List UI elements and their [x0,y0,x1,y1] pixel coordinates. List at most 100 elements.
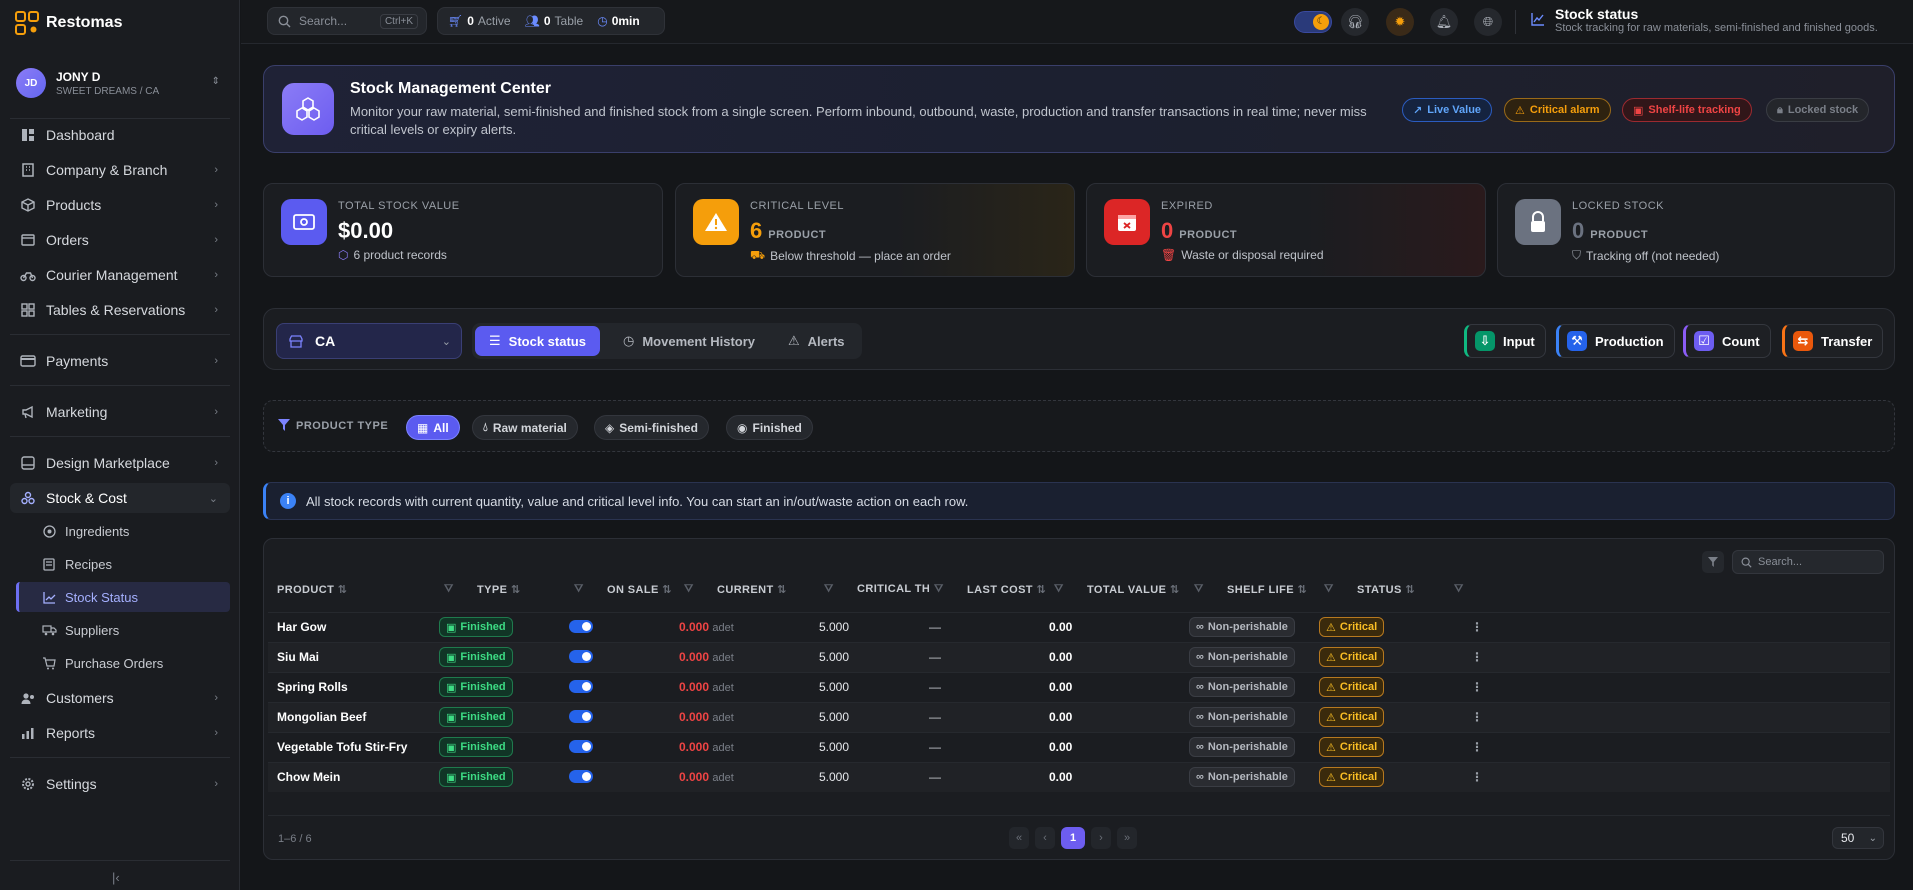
col-header-total-value[interactable]: TOTAL VALUE ⇅ [1087,583,1179,596]
chip-raw-material[interactable]: 💧︎ Raw material [472,415,578,440]
app-logo[interactable]: Restomas [14,10,122,36]
row-menu-icon[interactable]: ⋮ [1471,680,1483,694]
building-icon [20,162,36,178]
sidebar-item-settings[interactable]: Settings › [10,769,230,799]
col-header-status[interactable]: STATUS ⇅ [1357,583,1415,596]
col-header-on-sale[interactable]: ON SALE ⇅ [607,583,672,596]
active-label: Active [477,14,511,28]
column-filter-icon[interactable]: ⛛ [1454,583,1464,596]
collapse-sidebar-icon[interactable]: |‹ [112,870,120,885]
on-sale-toggle[interactable] [569,650,593,663]
col-header-critical[interactable]: CRITICAL TH [857,583,929,595]
cell-total-value: 0.00 [1049,620,1073,634]
shelf-life-label: Non-perishable [1207,621,1288,633]
bell-icon: 🔔︎ [1435,14,1453,29]
table-row[interactable]: Spring Rolls ▣ Finished 0.000 adet 5.000 — 0.0… [268,672,1890,702]
column-filter-icon[interactable]: ⛛ [1194,583,1204,596]
bike-icon [20,267,36,283]
table-row[interactable]: Siu Mai ▣ Finished 0.000 adet 5.000 — 0.00 ∞ Non… [268,642,1890,672]
sidebar-item-customers[interactable]: Customers › [10,683,230,713]
chip-semi-finished[interactable]: ◈ Semi-finished [594,415,709,440]
row-menu-icon[interactable]: ⋮ [1471,770,1483,784]
shelf-life-badge: ∞ Non-perishable [1189,677,1295,697]
on-sale-toggle[interactable] [569,740,593,753]
user-switcher[interactable]: JD JONY D SWEET DREAMS / CA ⇕ [8,62,230,104]
theme-toggle[interactable]: ☾ [1294,11,1332,33]
tab-movement-history[interactable]: ◷ Movement History [617,326,761,356]
sidebar-item-products[interactable]: Products › [10,190,230,220]
next-page-button[interactable]: › [1091,827,1111,849]
current-unit: adet [712,772,734,784]
sidebar-subitem-ingredients[interactable]: Ingredients [16,516,230,546]
on-sale-toggle[interactable] [569,710,593,723]
sidebar-item-reports[interactable]: Reports › [10,718,230,748]
sidebar-subitem-recipes[interactable]: Recipes [16,549,230,579]
sidebar-item-company-branch[interactable]: Company & Branch › [10,155,230,185]
sidebar-subitem-purchase-orders[interactable]: Purchase Orders [16,648,230,678]
info-icon: i [280,493,296,509]
row-menu-icon[interactable]: ⋮ [1471,650,1483,664]
sidebar-subitem-stock-status[interactable]: Stock Status [16,582,230,612]
cell-product: Vegetable Tofu Stir-Fry [277,740,408,754]
warning-icon: ⚠ [1326,651,1336,664]
sidebar-item-payments[interactable]: Payments › [10,346,230,376]
search-input[interactable]: Search... Ctrl+K [267,7,427,35]
col-header-product[interactable]: PRODUCT ⇅ [277,583,347,596]
sidebar-item-tables-reservations[interactable]: Tables & Reservations › [10,295,230,325]
table-row[interactable]: Har Gow ▣ Finished 0.000 adet 5.000 — 0.00 ∞ Non… [268,612,1890,642]
col-header-current[interactable]: CURRENT ⇅ [717,583,787,596]
on-sale-toggle[interactable] [569,680,593,693]
last-page-button[interactable]: » [1117,827,1137,849]
sidebar-item-dashboard[interactable]: Dashboard [10,120,230,150]
sidebar-item-courier-management[interactable]: Courier Management › [10,260,230,290]
sidebar-item-design-marketplace[interactable]: Design Marketplace › [10,448,230,478]
action-label: Production [1595,333,1664,349]
branch-select[interactable]: CA ⌄ [276,323,462,359]
column-filter-icon[interactable]: ⛛ [934,583,944,596]
table-filter-icon[interactable] [1702,551,1724,573]
sidebar-item-orders[interactable]: Orders › [10,225,230,255]
page-size-select[interactable]: 50 ⌄ [1832,827,1884,849]
table-row[interactable]: Chow Mein ▣ Finished 0.000 adet 5.000 — 0.00 ∞ N… [268,762,1890,792]
page-button[interactable]: 1 [1061,827,1085,849]
table-search-input[interactable]: Search... [1732,550,1884,574]
tag-label: Live Value [1427,104,1482,116]
tab-alerts[interactable]: ⚠ Alerts [782,326,851,356]
col-header-last-cost[interactable]: LAST COST ⇅ [967,583,1046,596]
row-menu-icon[interactable]: ⋮ [1471,620,1483,634]
chip-all[interactable]: ▦ All [406,415,460,440]
table-row[interactable]: Vegetable Tofu Stir-Fry ▣ Finished 0.000 ad… [268,732,1890,762]
transfer-button[interactable]: ⇆ Transfer [1782,324,1884,358]
live-status-pill[interactable]: 🛒︎ 0 Active 👥︎ 0 Table ◷ 0min [437,7,665,35]
support-button[interactable]: 🎧︎ [1341,8,1369,36]
row-menu-icon[interactable]: ⋮ [1471,740,1483,754]
divider [10,757,230,758]
chip-finished[interactable]: ◉ Finished [726,415,813,440]
first-page-button[interactable]: « [1009,827,1029,849]
type-badge: ▣ Finished [439,677,513,697]
tab-stock-status[interactable]: ☰ Stock status [475,326,600,356]
sun-button[interactable]: ✹ [1386,8,1414,36]
language-button[interactable]: 🌐︎ [1474,8,1502,36]
col-header-type[interactable]: TYPE ⇅ [477,583,520,596]
column-filter-icon[interactable]: ⛛ [1324,583,1334,596]
chevron-right-icon: › [214,457,218,469]
on-sale-toggle[interactable] [569,620,593,633]
count-button[interactable]: ☑ Count [1683,324,1771,358]
column-filter-icon[interactable]: ⛛ [684,583,694,596]
sidebar-subitem-suppliers[interactable]: Suppliers [16,615,230,645]
table-row[interactable]: Mongolian Beef ▣ Finished 0.000 adet 5.000 — 0… [268,702,1890,732]
on-sale-toggle[interactable] [569,770,593,783]
sidebar-item-stock-cost[interactable]: Stock & Cost ⌄ [10,483,230,513]
column-filter-icon[interactable]: ⛛ [824,583,834,596]
column-filter-icon[interactable]: ⛛ [574,583,584,596]
sidebar-item-marketing[interactable]: Marketing › [10,397,230,427]
notifications-button[interactable]: 🔔︎ [1430,8,1458,36]
column-filter-icon[interactable]: ⛛ [444,583,454,596]
column-filter-icon[interactable]: ⛛ [1054,583,1064,596]
prev-page-button[interactable]: ‹ [1035,827,1055,849]
col-header-shelf-life[interactable]: SHELF LIFE ⇅ [1227,583,1307,596]
production-button[interactable]: ⚒ Production [1556,324,1675,358]
row-menu-icon[interactable]: ⋮ [1471,710,1483,724]
input-button[interactable]: ⇩ Input [1464,324,1546,358]
